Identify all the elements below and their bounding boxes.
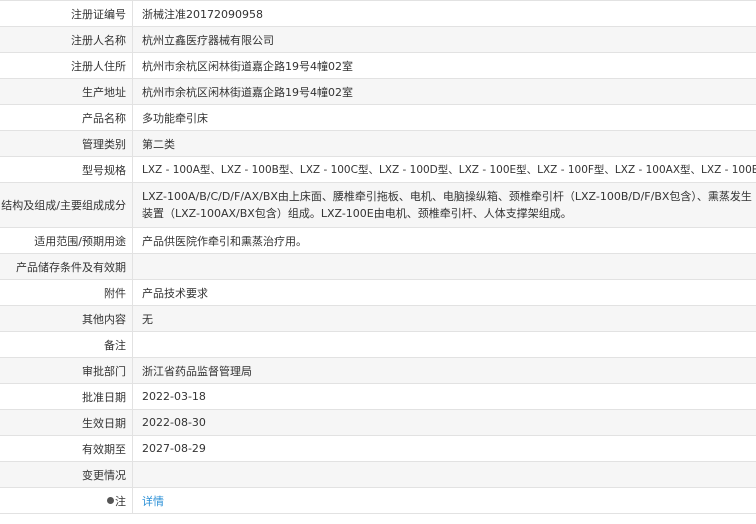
row-value: 产品技术要求 <box>142 286 208 300</box>
note-label: 注 <box>115 494 126 508</box>
row-label: 其他内容 <box>0 306 133 331</box>
row-note: 注 详情 <box>0 488 756 514</box>
row-label: 注册人名称 <box>0 27 133 52</box>
row-value: 杭州立鑫医疗器械有限公司 <box>142 33 274 47</box>
row-label: 生产地址 <box>0 79 133 104</box>
row-intended-use: 适用范围/预期用途 产品供医院作牵引和熏蒸治疗用。 <box>0 228 756 254</box>
row-value <box>133 254 756 279</box>
row-value: 杭州市余杭区闲林街道嘉企路19号4幢02室 <box>142 59 353 73</box>
registration-details-table: 注册证编号 浙械注准20172090958 注册人名称 杭州立鑫医疗器械有限公司… <box>0 0 756 514</box>
row-label: 附件 <box>0 280 133 305</box>
row-registration-number: 注册证编号 浙械注准20172090958 <box>0 1 756 27</box>
row-value: 多功能牵引床 <box>142 111 208 125</box>
row-value: 产品供医院作牵引和熏蒸治疗用。 <box>142 234 307 248</box>
row-remarks: 备注 <box>0 332 756 358</box>
row-product-name: 产品名称 多功能牵引床 <box>0 105 756 131</box>
row-storage-conditions: 产品储存条件及有效期 <box>0 254 756 280</box>
row-value: 2022-08-30 <box>142 416 206 429</box>
row-label: 型号规格 <box>0 157 133 182</box>
row-label: 备注 <box>0 332 133 357</box>
row-value: LXZ - 100A型、LXZ - 100B型、LXZ - 100C型、LXZ … <box>142 164 756 176</box>
row-label: 注 <box>0 488 133 513</box>
row-value: 详情 <box>133 488 756 513</box>
row-value: LXZ-100A/B/C/D/F/AX/BX由上床面、腰椎牵引拖板、电机、电脑操… <box>142 190 752 220</box>
row-value: 浙江省药品监督管理局 <box>142 364 252 378</box>
row-label: 适用范围/预期用途 <box>0 228 133 253</box>
row-label: 生效日期 <box>0 410 133 435</box>
row-value: 2022-03-18 <box>142 390 206 403</box>
row-other-content: 其他内容 无 <box>0 306 756 332</box>
row-label: 注册证编号 <box>0 1 133 26</box>
row-label: 批准日期 <box>0 384 133 409</box>
row-label: 产品储存条件及有效期 <box>0 254 133 279</box>
row-value <box>133 332 756 357</box>
row-label: 管理类别 <box>0 131 133 156</box>
row-valid-until: 有效期至 2027-08-29 <box>0 436 756 462</box>
details-link[interactable]: 详情 <box>142 493 164 509</box>
row-attachment: 附件 产品技术要求 <box>0 280 756 306</box>
pin-icon <box>107 497 114 504</box>
row-value: 杭州市余杭区闲林街道嘉企路19号4幢02室 <box>142 85 353 99</box>
row-production-address: 生产地址 杭州市余杭区闲林街道嘉企路19号4幢02室 <box>0 79 756 105</box>
row-registrant-address: 注册人住所 杭州市余杭区闲林街道嘉企路19号4幢02室 <box>0 53 756 79</box>
row-value <box>133 462 756 487</box>
row-effective-date: 生效日期 2022-08-30 <box>0 410 756 436</box>
row-approval-date: 批准日期 2022-03-18 <box>0 384 756 410</box>
row-value: 2027-08-29 <box>142 442 206 455</box>
row-label: 注册人住所 <box>0 53 133 78</box>
row-label: 产品名称 <box>0 105 133 130</box>
row-management-category: 管理类别 第二类 <box>0 131 756 157</box>
row-value: 浙械注准20172090958 <box>142 7 263 21</box>
row-value: 无 <box>142 312 153 326</box>
row-structure-composition: 结构及组成/主要组成成分 LXZ-100A/B/C/D/F/AX/BX由上床面、… <box>0 183 756 228</box>
row-model-spec: 型号规格 LXZ - 100A型、LXZ - 100B型、LXZ - 100C型… <box>0 157 756 183</box>
row-change-history: 变更情况 <box>0 462 756 488</box>
row-registrant-name: 注册人名称 杭州立鑫医疗器械有限公司 <box>0 27 756 53</box>
row-label: 审批部门 <box>0 358 133 383</box>
row-value: 第二类 <box>142 137 175 151</box>
row-label: 变更情况 <box>0 462 133 487</box>
row-label: 有效期至 <box>0 436 133 461</box>
row-approval-department: 审批部门 浙江省药品监督管理局 <box>0 358 756 384</box>
row-label: 结构及组成/主要组成成分 <box>0 183 133 227</box>
